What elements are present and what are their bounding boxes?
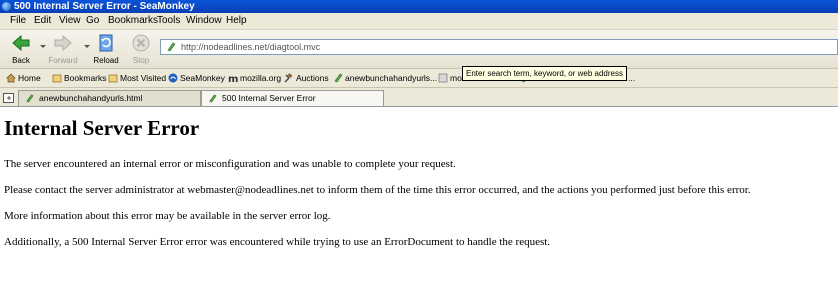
url-input[interactable]	[181, 40, 581, 54]
tab-bar: anewbunchahandyurls.html 500 Internal Se…	[0, 88, 838, 107]
bookmark-anewbunchahandyurls[interactable]: anewbunchahandyurls...	[333, 69, 437, 87]
menu-go[interactable]: Go	[86, 13, 99, 29]
seamonkey-logo-icon	[168, 73, 178, 83]
stop-button[interactable]: Stop	[125, 32, 157, 66]
page-icon	[334, 73, 343, 83]
window-title: 500 Internal Server Error - SeaMonkey	[14, 1, 195, 12]
log-paragraph: More information about this error may be…	[4, 210, 331, 222]
menu-view[interactable]: View	[59, 13, 81, 29]
bookmark-label: Bookmarks	[64, 73, 107, 83]
menu-bar: File Edit View Go Bookmarks Tools Window…	[0, 13, 838, 30]
page-icon	[26, 94, 34, 103]
forward-arrow-icon	[54, 34, 72, 52]
window-title-bar[interactable]: 500 Internal Server Error - SeaMonkey	[0, 0, 838, 13]
forward-button[interactable]: Forward	[47, 32, 79, 66]
reload-icon	[99, 34, 113, 52]
folder-icon	[108, 74, 118, 83]
bookmark-label: Home	[18, 73, 41, 83]
bookmark-label: mozilla.org	[240, 73, 282, 83]
back-history-dropdown-icon[interactable]	[40, 45, 46, 48]
bookmark-seamonkey[interactable]: SeaMonkey	[168, 69, 225, 87]
bookmark-overflow[interactable]: ...	[628, 69, 635, 87]
menu-tools[interactable]: Tools	[157, 13, 180, 29]
stop-icon	[132, 34, 150, 52]
back-button[interactable]: Back	[5, 32, 37, 66]
tab-anewbunchahandyurls[interactable]: anewbunchahandyurls.html	[18, 90, 201, 106]
tab-500-internal-server-error[interactable]: 500 Internal Server Error	[201, 90, 384, 106]
bookmark-label: SeaMonkey	[180, 73, 225, 83]
back-label: Back	[12, 56, 30, 65]
seamonkey-icon	[2, 2, 11, 11]
home-icon	[6, 73, 16, 83]
navigation-toolbar: Back Forward Reload Stop	[0, 30, 838, 69]
bookmark-home[interactable]: Home	[6, 69, 41, 87]
page-content: Internal Server Error The server encount…	[0, 107, 838, 300]
page-icon	[209, 94, 217, 103]
menu-file[interactable]: File	[10, 13, 26, 29]
menu-bookmarks[interactable]: Bookmarks	[108, 13, 158, 29]
menu-help[interactable]: Help	[226, 13, 247, 29]
bookmark-mozilla[interactable]: m mozilla.org	[228, 69, 281, 87]
bookmark-label: Most Visited	[120, 73, 167, 83]
reload-button[interactable]: Reload	[90, 32, 122, 66]
location-bar[interactable]	[160, 39, 838, 55]
page-icon	[438, 73, 448, 83]
folder-icon	[52, 74, 62, 83]
bookmark-most-visited[interactable]: Most Visited	[108, 69, 166, 87]
location-bar-tooltip: Enter search term, keyword, or web addre…	[462, 66, 627, 81]
error-paragraph: The server encountered an internal error…	[4, 158, 456, 170]
site-page-icon	[167, 42, 176, 52]
new-tab-icon[interactable]	[3, 92, 15, 103]
tab-label: anewbunchahandyurls.html	[39, 93, 143, 103]
tab-label: 500 Internal Server Error	[222, 93, 316, 103]
mozilla-logo-icon: m	[228, 74, 238, 83]
bookmark-auctions[interactable]: Auctions	[284, 69, 329, 87]
menu-window[interactable]: Window	[186, 13, 222, 29]
bookmark-label: Auctions	[296, 73, 329, 83]
errordocument-paragraph: Additionally, a 500 Internal Server Erro…	[4, 236, 551, 248]
bookmark-bookmarks[interactable]: Bookmarks	[52, 69, 107, 87]
personal-toolbar: Home Bookmarks Most Visited SeaMonkey mm…	[0, 69, 838, 88]
contact-paragraph: Please contact the server administrator …	[4, 184, 751, 196]
bookmark-label: anewbunchahandyurls...	[345, 73, 438, 83]
gavel-icon	[284, 73, 293, 83]
svg-text:m: m	[228, 74, 238, 83]
stop-label: Stop	[132, 56, 150, 65]
page-heading: Internal Server Error	[4, 116, 200, 140]
reload-label: Reload	[93, 56, 119, 65]
menu-edit[interactable]: Edit	[34, 13, 51, 29]
forward-label: Forward	[48, 56, 78, 65]
back-arrow-icon	[12, 34, 30, 52]
